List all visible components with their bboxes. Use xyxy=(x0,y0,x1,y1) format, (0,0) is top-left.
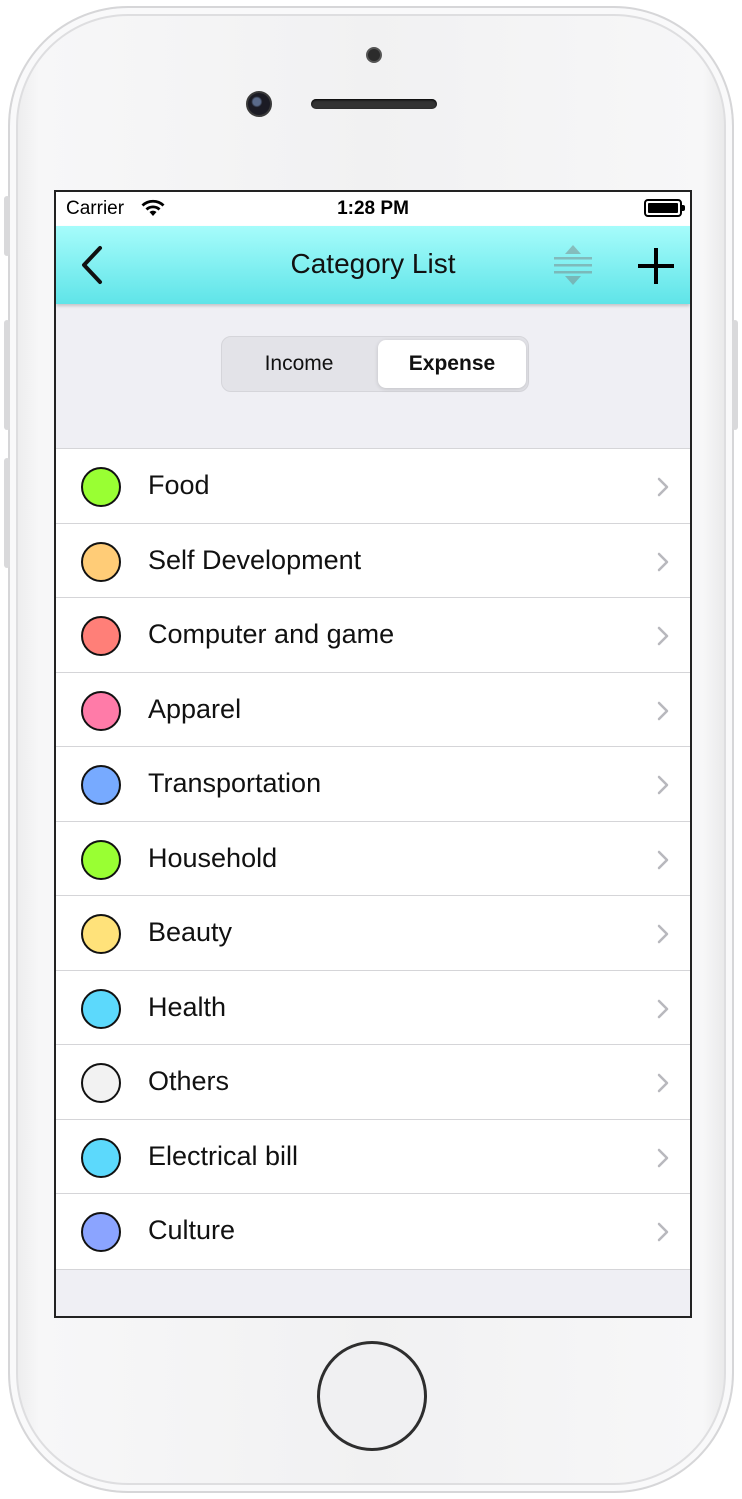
category-label: Others xyxy=(148,1066,230,1096)
home-button[interactable] xyxy=(317,1341,427,1451)
category-label: Household xyxy=(148,842,278,873)
category-list: Food Self Development Computer and game App… xyxy=(56,448,690,1270)
category-row[interactable]: Self Development xyxy=(56,523,690,598)
category-row[interactable]: Beauty xyxy=(56,896,690,971)
category-color-swatch xyxy=(81,765,121,805)
category-label: Food xyxy=(148,470,210,500)
category-color-swatch xyxy=(81,690,121,731)
chevron-right-icon xyxy=(657,1148,669,1167)
plus-icon xyxy=(638,248,674,284)
category-label: Computer and game xyxy=(148,619,395,649)
category-color-swatch xyxy=(81,839,121,880)
chevron-right-icon xyxy=(657,1222,669,1242)
segment-expense[interactable]: Expense xyxy=(378,340,526,388)
proximity-sensor xyxy=(246,91,272,117)
category-color-swatch xyxy=(81,1063,121,1103)
category-label: Beauty xyxy=(148,917,233,947)
category-row[interactable]: Computer and game xyxy=(56,598,690,673)
add-button[interactable] xyxy=(632,242,680,290)
chevron-right-icon xyxy=(657,1073,669,1093)
category-color-swatch xyxy=(81,988,121,1029)
chevron-right-icon xyxy=(657,999,669,1018)
status-time: 1:28 PM xyxy=(337,198,409,219)
battery-icon xyxy=(644,199,685,217)
screen: Carrier 1:28 PM Category List Income Exp… xyxy=(54,190,692,1318)
chevron-right-icon xyxy=(657,552,669,571)
category-color-swatch xyxy=(81,541,121,582)
power-button xyxy=(732,320,738,430)
category-color-swatch xyxy=(81,914,121,954)
mute-switch xyxy=(4,196,10,256)
category-row[interactable]: Health xyxy=(56,970,690,1045)
category-row[interactable]: Culture xyxy=(56,1194,690,1269)
category-color-swatch xyxy=(81,467,121,507)
category-label: Apparel xyxy=(148,693,242,724)
earpiece-speaker xyxy=(311,99,437,109)
chevron-right-icon xyxy=(657,701,669,720)
category-label: Culture xyxy=(148,1215,236,1245)
category-label: Transportation xyxy=(148,768,322,798)
category-row[interactable]: Apparel xyxy=(56,672,690,747)
category-label: Self Development xyxy=(148,544,362,575)
sort-icon xyxy=(554,245,592,285)
category-row[interactable]: Food xyxy=(56,449,690,524)
category-color-swatch xyxy=(81,616,121,656)
chevron-right-icon xyxy=(657,477,669,497)
category-label: Health xyxy=(148,991,227,1022)
category-row[interactable]: Household xyxy=(56,821,690,896)
status-bar: Carrier 1:28 PM xyxy=(56,192,690,226)
chevron-right-icon xyxy=(657,924,669,944)
category-row[interactable]: Transportation xyxy=(56,747,690,822)
category-label: Electrical bill xyxy=(148,1140,299,1171)
type-segmented-control: Income Expense xyxy=(221,336,529,392)
front-camera xyxy=(366,47,382,63)
chevron-right-icon xyxy=(657,775,669,795)
category-color-swatch xyxy=(81,1212,121,1252)
category-row[interactable]: Others xyxy=(56,1045,690,1120)
chevron-right-icon xyxy=(657,850,669,869)
volume-down-button xyxy=(4,458,10,568)
volume-up-button xyxy=(4,320,10,430)
segment-income[interactable]: Income xyxy=(225,340,373,388)
chevron-right-icon xyxy=(657,626,669,646)
category-color-swatch xyxy=(81,1137,121,1178)
category-row[interactable]: Electrical bill xyxy=(56,1119,690,1194)
navigation-bar: Category List xyxy=(56,226,690,304)
sort-button[interactable] xyxy=(550,242,596,288)
